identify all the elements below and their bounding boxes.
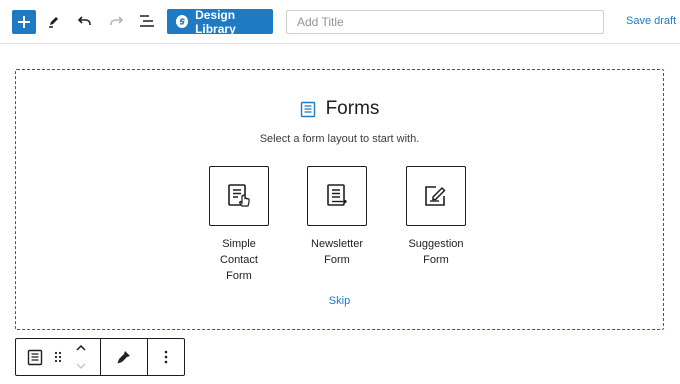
undo-button[interactable] bbox=[73, 9, 97, 33]
move-down-button[interactable] bbox=[72, 357, 90, 375]
newsletter-form-icon bbox=[327, 184, 347, 206]
pencil-icon bbox=[49, 17, 58, 28]
plus-icon bbox=[18, 16, 30, 28]
block-type-button[interactable] bbox=[22, 339, 48, 375]
form-option-label: Newsletter Form bbox=[287, 236, 387, 268]
more-options-button[interactable] bbox=[148, 339, 184, 375]
document-outline-button[interactable] bbox=[135, 9, 159, 33]
more-options-icon bbox=[164, 350, 168, 364]
form-option-simple-contact[interactable]: Simple Contact Form bbox=[189, 166, 289, 284]
design-library-button[interactable]: Design Library bbox=[167, 7, 273, 36]
save-draft-link[interactable]: Save draft bbox=[626, 15, 676, 27]
contact-form-icon bbox=[228, 184, 250, 207]
form-option-button[interactable] bbox=[406, 166, 466, 226]
list-view-icon bbox=[140, 15, 154, 27]
label-line: Contact bbox=[220, 254, 258, 266]
form-option-label: Suggestion Form bbox=[386, 236, 486, 268]
forms-block-placeholder[interactable]: Forms Select a form layout to start with… bbox=[15, 69, 664, 330]
move-up-button[interactable] bbox=[72, 339, 90, 357]
form-block-icon bbox=[300, 101, 315, 117]
form-option-newsletter[interactable]: Newsletter Form bbox=[287, 166, 387, 268]
label-line: Suggestion bbox=[408, 238, 464, 250]
block-toolbar bbox=[15, 338, 185, 376]
design-library-label: Design Library bbox=[195, 7, 236, 36]
editor-top-toolbar: Design Library Save draft bbox=[0, 0, 680, 44]
form-option-label: Simple Contact Form bbox=[189, 236, 289, 284]
tools-button[interactable] bbox=[42, 9, 66, 33]
redo-button[interactable] bbox=[104, 9, 128, 33]
move-down-icon bbox=[76, 363, 86, 370]
label-line: Simple bbox=[222, 238, 256, 250]
forms-block-title: Forms bbox=[325, 98, 380, 119]
redo-icon bbox=[110, 16, 124, 25]
label-line: Form bbox=[324, 254, 350, 266]
style-button[interactable] bbox=[101, 339, 147, 375]
form-block-icon bbox=[27, 349, 43, 365]
drag-handle[interactable] bbox=[50, 339, 66, 375]
forms-block-header: Forms bbox=[16, 98, 663, 120]
move-up-icon bbox=[76, 344, 86, 351]
add-block-button[interactable] bbox=[12, 10, 36, 34]
skip-link[interactable]: Skip bbox=[16, 295, 663, 307]
suggestion-form-icon bbox=[425, 186, 446, 206]
label-line: Newsletter bbox=[311, 238, 363, 250]
post-title-input[interactable] bbox=[286, 10, 604, 34]
drag-handle-icon bbox=[54, 351, 62, 363]
form-option-button[interactable] bbox=[307, 166, 367, 226]
stackable-logo-icon bbox=[176, 15, 189, 28]
form-option-suggestion[interactable]: Suggestion Form bbox=[386, 166, 486, 268]
form-option-button[interactable] bbox=[209, 166, 269, 226]
label-line: Form bbox=[423, 254, 449, 266]
undo-icon bbox=[77, 16, 91, 25]
brush-icon bbox=[117, 351, 130, 364]
forms-block-instructions: Select a form layout to start with. bbox=[259, 133, 420, 145]
label-line: Form bbox=[226, 270, 252, 282]
